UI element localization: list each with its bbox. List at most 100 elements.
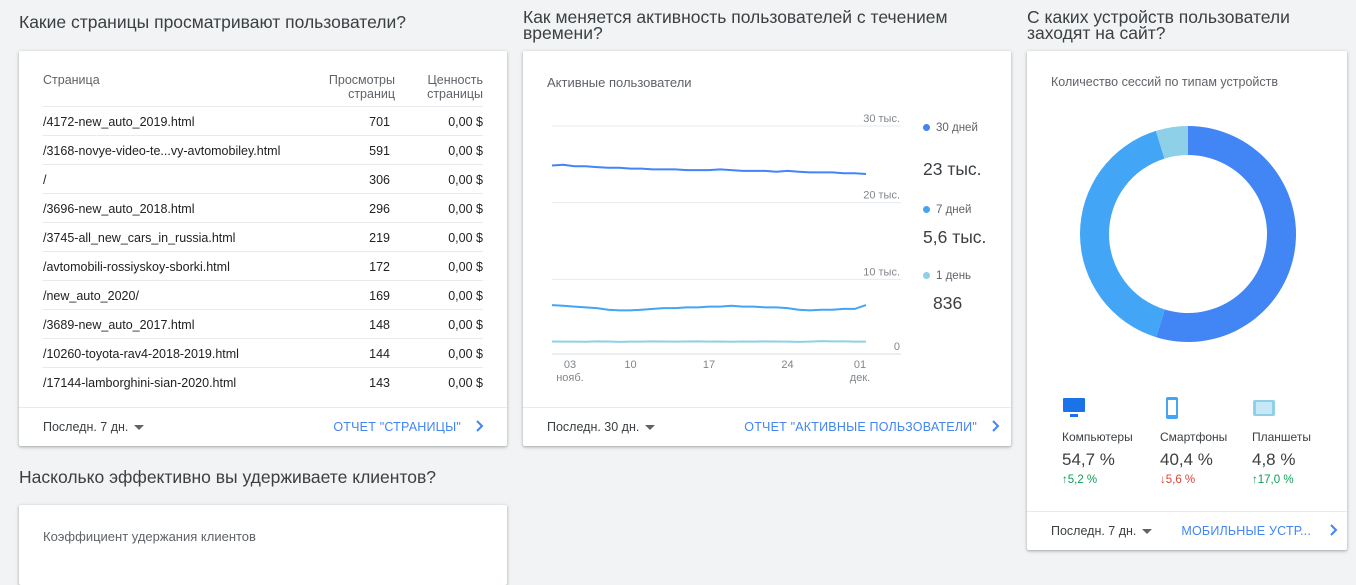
legend-label: 30 дней (923, 121, 983, 136)
period-selector[interactable]: Последн. 7 дн. (43, 420, 145, 434)
row-views: 169 (369, 289, 390, 303)
legend-label: 1 день (923, 269, 983, 284)
legend-dot-icon (923, 206, 930, 214)
x-tick-month: нояб. (556, 372, 584, 384)
table-row[interactable]: /3745-all_new_cars_in_russia.html 219 0,00… (43, 222, 483, 252)
devices-report-link[interactable]: МОБИЛЬНЫЕ УСТР... (1181, 524, 1311, 538)
devices-section-title: С каких устройств пользователи заходят н… (1027, 7, 1290, 43)
caret-down-icon (1142, 529, 1153, 535)
period-label: Последн. 30 дн. (547, 420, 640, 434)
chevron-right-icon[interactable] (987, 418, 1003, 434)
table-row[interactable]: /3168-novye-video-te...vy-avtomobiley.ht… (43, 135, 483, 165)
row-views: 296 (369, 202, 390, 216)
y-tick-label: 10 тыс. (863, 266, 900, 278)
device-mobile: Смартфоны 40,4 % ↓5,6 % (1160, 397, 1250, 486)
donut-slice[interactable] (1156, 126, 1296, 342)
table-row[interactable]: /10260-toyota-rav4-2018-2019.html 144 0,00… (43, 338, 483, 368)
col-header-value[interactable]: Ценность страницы (407, 73, 483, 101)
row-page-link[interactable]: /17144-lamborghini-sian-2020.html (43, 376, 236, 390)
desktop-icon (1063, 398, 1085, 417)
series-line-1 (551, 163, 867, 175)
pages-card-footer: Последн. 7 дн. ОТЧЕТ "СТРАНИЦЫ" (19, 407, 507, 446)
y-tick-label: 20 тыс. (863, 190, 900, 202)
legend-label-text: 30 дней (936, 122, 978, 134)
row-page-link[interactable]: /avtomobili-rossiyskoy-sborki.html (43, 260, 230, 274)
table-row[interactable]: /4172-new_auto_2019.html 701 0,00 $ (43, 106, 483, 136)
device-delta: ↑5,2 % (1062, 474, 1152, 486)
col-header-views[interactable]: Просмотры страниц (311, 73, 395, 101)
period-selector[interactable]: Последн. 7 дн. (1051, 524, 1153, 538)
row-page-link[interactable]: /new_auto_2020/ (43, 289, 139, 303)
activity-card-subtitle: Активные пользователи (547, 75, 692, 90)
smartphone-icon (1166, 397, 1178, 419)
activity-card-footer: Последн. 30 дн. ОТЧЕТ "АКТИВНЫЕ ПОЛЬЗОВА… (523, 407, 1011, 446)
col-header-page: Страница (43, 73, 100, 87)
row-views: 219 (369, 231, 390, 245)
row-value: 0,00 $ (448, 202, 483, 216)
devices-donut-chart (1080, 126, 1296, 342)
row-page-link[interactable]: /3745-all_new_cars_in_russia.html (43, 231, 235, 245)
device-pct: 40,4 % (1160, 450, 1213, 469)
chevron-right-icon[interactable] (471, 418, 487, 434)
period-selector[interactable]: Последн. 30 дн. (547, 420, 656, 434)
row-views: 143 (369, 376, 390, 390)
legend-dot-icon (923, 124, 930, 132)
pages-report-link[interactable]: ОТЧЕТ "СТРАНИЦЫ" (333, 420, 461, 434)
row-page-link[interactable]: / (43, 173, 46, 187)
row-value: 0,00 $ (448, 173, 483, 187)
legend-value: 23 тыс. (923, 159, 982, 179)
table-row[interactable]: /17144-lamborghini-sian-2020.html 143 0,00… (43, 367, 483, 397)
devices-card-subtitle: Количество сессий по типам устройств (1051, 75, 1279, 89)
device-desktop: Компьютеры 54,7 % ↑5,2 % (1062, 397, 1152, 486)
legend-dot-icon (923, 272, 930, 280)
delta-value: 5,2 % (1067, 474, 1098, 486)
device-pct: 54,7 % (1062, 450, 1115, 469)
legend-label-text: 1 день (936, 270, 972, 282)
table-row[interactable]: /avtomobili-rossiyskoy-sborki.html 172 0,0… (43, 251, 483, 281)
pages-card: Страница Просмотры страниц Ценность стра… (19, 51, 507, 446)
activity-report-link[interactable]: ОТЧЕТ "АКТИВНЫЕ ПОЛЬЗОВАТЕЛИ" (744, 420, 977, 434)
table-row[interactable]: / 306 0,00 $ (43, 164, 483, 194)
caret-down-icon (645, 425, 656, 431)
row-page-link[interactable]: /4172-new_auto_2019.html (43, 115, 195, 129)
row-page-link[interactable]: /3696-new_auto_2018.html (43, 202, 195, 216)
row-page-link[interactable]: /3689-new_auto_2017.html (43, 318, 195, 332)
legend-label-text: 7 дней (936, 204, 972, 216)
retention-card-subtitle: Коэффициент удержания клиентов (43, 529, 256, 544)
device-delta: ↑17,0 % (1252, 474, 1342, 486)
period-label: Последн. 7 дн. (1051, 524, 1137, 538)
device-name: Смартфоны (1160, 430, 1228, 444)
row-views: 144 (369, 347, 390, 361)
activity-section-title: Как меняется активность пользователей с … (523, 7, 948, 43)
device-name: Компьютеры (1062, 430, 1133, 444)
activity-card: Активные пользователи 30 тыс. 20 тыс. 10 т… (523, 51, 1011, 446)
row-value: 0,00 $ (448, 260, 483, 274)
tablet-icon (1253, 400, 1275, 416)
delta-value: 17,0 % (1257, 474, 1294, 486)
caret-down-icon (134, 425, 145, 431)
row-page-link[interactable]: /10260-toyota-rav4-2018-2019.html (43, 347, 239, 361)
x-tick-label: 10 (624, 359, 636, 371)
pages-section-title: Какие страницы просматривают пользовател… (19, 12, 406, 32)
device-name: Планшеты (1252, 430, 1311, 444)
delta-value: 5,6 % (1165, 474, 1196, 486)
row-value: 0,00 $ (448, 231, 483, 245)
legend-value: 836 (933, 293, 963, 313)
table-row[interactable]: /new_auto_2020/169 0,00 $ (43, 280, 483, 310)
table-row[interactable]: /3696-new_auto_2018.html 296 0,00 $ (43, 193, 483, 223)
chevron-right-icon[interactable] (1325, 522, 1341, 538)
row-views: 591 (369, 144, 390, 158)
device-delta: ↓5,6 % (1160, 474, 1250, 486)
table-row[interactable]: /3689-new_auto_2017.html 148 0,00 $ (43, 309, 483, 339)
device-pct: 4,8 % (1252, 450, 1296, 469)
donut-slice[interactable] (1080, 130, 1165, 338)
row-views: 306 (369, 173, 390, 187)
y-tick-label: 30 тыс. (863, 113, 900, 125)
retention-card: Коэффициент удержания клиентов (19, 505, 507, 585)
x-tick-month: дек. (850, 372, 870, 384)
active-users-chart: 30 тыс. 20 тыс. 10 тыс. 0 03нояб. 10 17 24 01дек… (551, 113, 901, 384)
legend-label: 7 дней (923, 203, 983, 218)
x-tick-label: 24 (781, 359, 793, 371)
row-page-link[interactable]: /3168-novye-video-te...vy-avtomobiley.ht… (43, 144, 280, 158)
row-views: 701 (369, 115, 390, 129)
